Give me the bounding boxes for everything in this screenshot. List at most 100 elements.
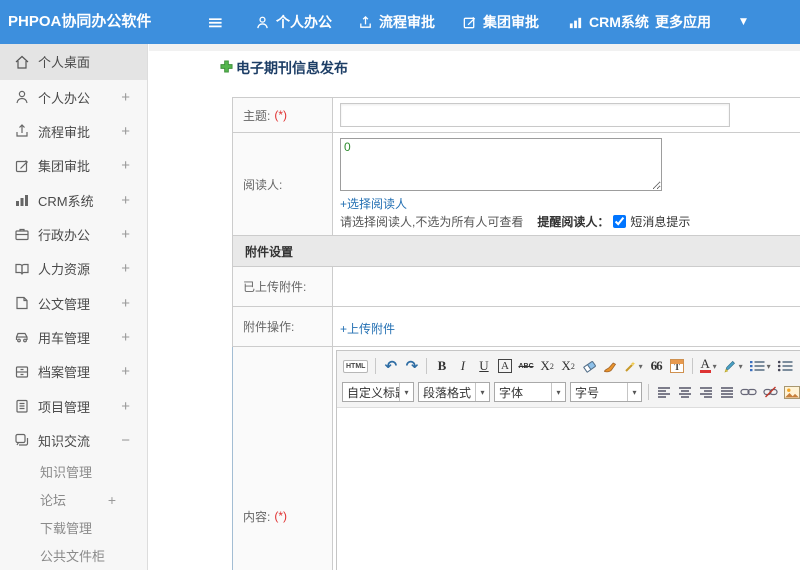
readers-content-cell: 0 +选择阅读人 请选择阅读人,不选为所有人可查看 提醒阅读人： 短消息提示: [333, 133, 800, 235]
sidebar-item-document-management[interactable]: 公文管理 +: [0, 286, 147, 320]
font-size-select[interactable]: 字号 ▾: [570, 382, 642, 402]
sidebar-item-personal-desktop[interactable]: 个人桌面: [0, 44, 147, 80]
sidebar-menu: 个人桌面 个人办公 + 流程审批 + 集团审批 + CRM系统 + 行政办公 +…: [0, 44, 148, 570]
nav-crm-system[interactable]: CRM系统: [568, 0, 649, 44]
clipboard-list-icon: [14, 398, 30, 414]
redo-button[interactable]: ↷: [402, 356, 421, 376]
caret-down-icon: ▾: [475, 383, 489, 401]
ordered-list-button[interactable]: ▾: [747, 356, 773, 376]
content-row: 内容: (*) HTML ↶ ↷ B I U A ABC X 2 X 2 ▾ 6…: [232, 347, 800, 570]
nav-workflow-approval[interactable]: 流程审批: [358, 0, 435, 44]
remove-format-eraser-button[interactable]: [580, 356, 599, 376]
quick-format-wand-button[interactable]: ▾: [622, 356, 645, 376]
sidebar-label: 行政办公: [38, 227, 91, 243]
highlight-marker-button[interactable]: ▾: [721, 356, 745, 376]
subject-label: 主题:: [243, 108, 271, 123]
toolbar-separator: [375, 358, 377, 374]
superscript-button[interactable]: X2: [538, 356, 557, 376]
paste-as-text-button[interactable]: T: [670, 359, 685, 373]
paragraph-format-select[interactable]: 段落格式 ▾: [418, 382, 490, 402]
insert-image-button[interactable]: [782, 382, 800, 402]
expand-plus-icon[interactable]: +: [121, 295, 130, 312]
sidebar-item-knowledge-exchange[interactable]: 知识交流 −: [0, 423, 147, 457]
nav-label: 更多应用: [655, 14, 711, 30]
uploaded-attachments-label: 已上传附件:: [243, 280, 307, 294]
caret-down-icon: ▾: [399, 383, 413, 401]
expand-plus-icon[interactable]: +: [121, 363, 130, 380]
attachment-ops-row: 附件操作: +上传附件: [232, 307, 800, 347]
expand-plus-icon[interactable]: +: [121, 260, 130, 277]
sidebar-subitem-knowledge-management[interactable]: 知识管理: [0, 458, 147, 486]
nav-more-apps[interactable]: 更多应用: [655, 0, 711, 44]
remove-link-button[interactable]: [761, 382, 780, 402]
sms-checkbox[interactable]: [613, 215, 627, 228]
align-right-button[interactable]: [696, 382, 715, 402]
sidebar-item-project-management[interactable]: 项目管理 +: [0, 389, 147, 423]
align-justify-button[interactable]: [717, 382, 736, 402]
sidebar-item-human-resources[interactable]: 人力资源 +: [0, 252, 147, 286]
person-icon: [14, 89, 30, 105]
toolbar-row-2: 自定义标题 ▾ 段落格式 ▾ 字体 ▾: [340, 379, 800, 405]
nav-group-approval[interactable]: 集团审批: [462, 0, 539, 44]
bold-button[interactable]: B: [432, 356, 451, 376]
sidebar-item-administrative-office[interactable]: 行政办公 +: [0, 217, 147, 251]
sidebar-subitem-forum[interactable]: 论坛 +: [0, 486, 147, 514]
sidebar-item-group-approval[interactable]: 集团审批 +: [0, 149, 147, 183]
sidebar-label: CRM系统: [38, 193, 94, 209]
sidebar-label: 项目管理: [38, 399, 91, 415]
expand-plus-icon[interactable]: +: [121, 398, 130, 415]
attachops-label-cell: 附件操作:: [233, 307, 333, 346]
document-icon: [14, 295, 30, 311]
align-center-button[interactable]: [675, 382, 694, 402]
sidebar-item-workflow-approval[interactable]: 流程审批 +: [0, 114, 147, 148]
underline-button[interactable]: U: [474, 356, 493, 376]
uploaded-attachments-row: 已上传附件:: [232, 267, 800, 307]
insert-link-button[interactable]: [738, 382, 759, 402]
unordered-list-button[interactable]: [775, 356, 795, 376]
sidebar-subitem-download-management[interactable]: 下载管理: [0, 514, 147, 542]
collapse-minus-icon[interactable]: −: [121, 432, 130, 449]
editor-content-area[interactable]: [337, 408, 800, 570]
font-family-select[interactable]: 字体 ▾: [494, 382, 566, 402]
expand-plus-icon[interactable]: +: [121, 89, 130, 106]
caret-down-icon: ▾: [551, 383, 565, 401]
sidebar-item-vehicle-management[interactable]: 用车管理 +: [0, 320, 147, 354]
sidebar-item-personal-office[interactable]: 个人办公 +: [0, 80, 147, 114]
select-readers-link[interactable]: +选择阅读人: [340, 195, 407, 212]
readers-textarea[interactable]: 0: [340, 138, 662, 191]
nav-personal-office[interactable]: 个人办公: [255, 0, 332, 44]
more-apps-caret-icon[interactable]: ▼: [740, 0, 747, 44]
content-content-cell: HTML ↶ ↷ B I U A ABC X2 X 2 ▾ 66 T A ▾ ▾…: [333, 347, 800, 570]
person-icon: [255, 15, 270, 30]
expand-plus-icon[interactable]: +: [121, 329, 130, 346]
expand-plus-icon[interactable]: +: [121, 192, 130, 209]
page-title: 电子期刊信息发布: [220, 58, 348, 78]
caret-down-icon: ▾: [712, 361, 717, 371]
expand-plus-icon[interactable]: +: [121, 157, 130, 174]
subject-input[interactable]: [340, 103, 730, 127]
format-painter-brush-button[interactable]: [601, 356, 620, 376]
upload-attachment-link[interactable]: +上传附件: [340, 320, 395, 337]
format-a-button[interactable]: A: [497, 359, 512, 373]
sidebar-subitem-public-file-cabinet[interactable]: 公共文件柜: [0, 542, 147, 570]
sidebar-item-crm-system[interactable]: CRM系统 +: [0, 183, 147, 217]
nav-label: 集团审批: [483, 14, 539, 30]
open-book-icon: [14, 261, 30, 277]
strikethrough-button[interactable]: ABC: [516, 356, 535, 376]
italic-button[interactable]: I: [453, 356, 472, 376]
align-left-button[interactable]: [654, 382, 673, 402]
expand-plus-icon[interactable]: +: [108, 492, 116, 508]
edit-pencil-icon: [462, 15, 477, 30]
edit-pencil-icon: [14, 158, 30, 174]
blockquote-button[interactable]: 66: [647, 356, 666, 376]
font-color-button[interactable]: A ▾: [698, 356, 719, 376]
hamburger-menu-icon[interactable]: ≡: [207, 0, 224, 44]
custom-heading-select[interactable]: 自定义标题 ▾: [342, 382, 414, 402]
sidebar-item-archive-management[interactable]: 档案管理 +: [0, 355, 147, 389]
html-source-button[interactable]: HTML: [343, 359, 369, 373]
undo-button[interactable]: ↶: [381, 356, 400, 376]
subscript-button[interactable]: X2: [559, 356, 578, 376]
expand-plus-icon[interactable]: +: [121, 226, 130, 243]
expand-plus-icon[interactable]: +: [121, 123, 130, 140]
top-strip: [149, 44, 800, 51]
